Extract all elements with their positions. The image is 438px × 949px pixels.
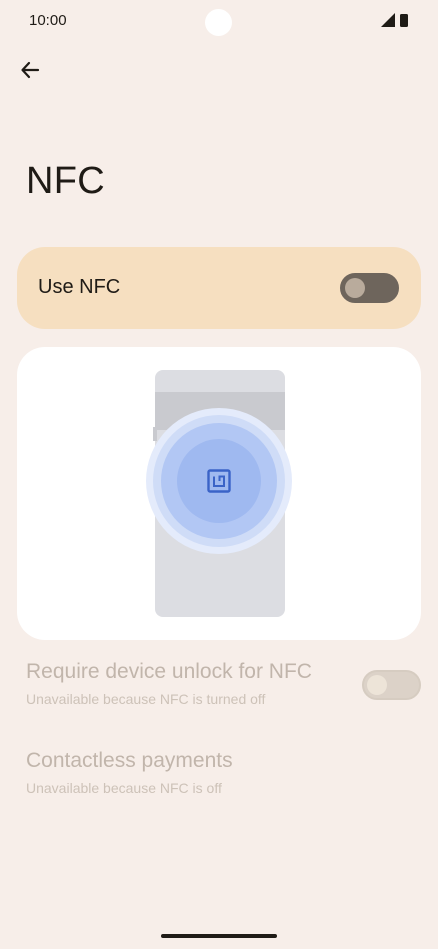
status-icons xyxy=(381,13,408,27)
toggle-knob xyxy=(345,278,365,298)
contactless-payments-summary: Unavailable because NFC is off xyxy=(26,780,222,796)
battery-icon xyxy=(400,13,408,27)
status-bar: 10:00 xyxy=(0,0,438,42)
toggle-knob xyxy=(367,675,387,695)
status-time: 10:00 xyxy=(29,12,67,29)
nfc-illustration xyxy=(146,370,292,617)
page-title: NFC xyxy=(26,160,105,202)
camera-cutout xyxy=(205,9,232,36)
require-unlock-toggle[interactable] xyxy=(362,670,421,700)
phone-side-button xyxy=(153,427,157,441)
use-nfc-switch-bar[interactable]: Use NFC xyxy=(17,247,421,329)
gesture-navigation-bar[interactable] xyxy=(161,934,277,938)
use-nfc-toggle[interactable] xyxy=(340,273,399,303)
require-unlock-title: Require device unlock for NFC xyxy=(26,660,312,683)
cellular-signal-icon xyxy=(381,13,395,27)
arrow-back-icon xyxy=(21,61,40,79)
back-button[interactable] xyxy=(12,52,48,88)
contactless-payments-title: Contactless payments xyxy=(26,749,233,772)
require-unlock-summary: Unavailable because NFC is turned off xyxy=(26,691,266,707)
nfc-illustration-card xyxy=(17,347,421,640)
use-nfc-label: Use NFC xyxy=(38,276,121,298)
